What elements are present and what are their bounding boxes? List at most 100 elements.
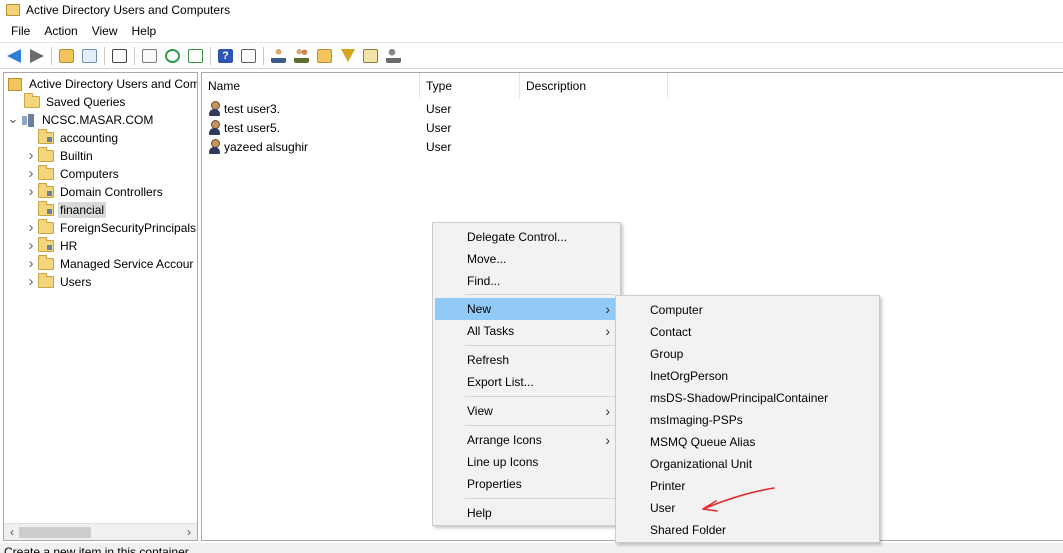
tree-item-builtin[interactable]: Builtin [24, 147, 95, 165]
menu-action[interactable]: Action [37, 22, 84, 40]
tree-item-label: Domain Controllers [60, 185, 163, 199]
menu-item-find[interactable]: Find... [435, 270, 618, 292]
chevron-right-icon[interactable] [24, 276, 38, 289]
show-hide-tree-button[interactable] [80, 46, 99, 65]
filter-button[interactable] [338, 46, 357, 65]
tree-item-accounting[interactable]: accounting [24, 129, 120, 147]
submenu-item-contact[interactable]: Contact [618, 321, 877, 343]
menu-item-delegate-control[interactable]: Delegate Control... [435, 226, 618, 248]
tree-item-financial[interactable]: financial [24, 201, 107, 219]
find-button[interactable] [361, 46, 380, 65]
refresh-icon [165, 48, 180, 63]
scroll-right-icon[interactable]: › [183, 525, 195, 539]
forward-button[interactable] [27, 46, 46, 65]
chevron-down-icon[interactable] [6, 115, 20, 126]
new-submenu: Computer Contact Group InetOrgPerson msDS-Sh… [615, 295, 880, 543]
submenu-arrow-icon: › [605, 323, 610, 339]
column-header-description[interactable]: Description [520, 73, 668, 99]
up-one-level-button[interactable] [57, 46, 76, 65]
tree-item-foreignsecurityprincipals[interactable]: ForeignSecurityPrincipals [24, 219, 197, 237]
chevron-right-icon[interactable] [24, 222, 38, 235]
scrollbar-thumb[interactable] [19, 527, 91, 538]
chevron-right-icon[interactable] [24, 240, 38, 253]
folder-icon [24, 93, 40, 108]
list-header: Name Type Description [202, 73, 1063, 99]
folder-icon [38, 147, 54, 162]
clipboard-button[interactable] [110, 46, 129, 65]
submenu-item-group[interactable]: Group [618, 343, 877, 365]
submenu-item-msmq-queue-alias[interactable]: MSMQ Queue Alias [618, 431, 877, 453]
console-tree-icon [241, 48, 256, 63]
chevron-right-icon[interactable] [24, 150, 38, 163]
menu-item-new[interactable]: New › [435, 298, 618, 320]
chevron-right-icon[interactable] [24, 186, 38, 199]
menu-item-view[interactable]: View › [435, 400, 618, 422]
menu-item-properties[interactable]: Properties [435, 473, 618, 495]
cell-type: User [426, 101, 452, 116]
tree-root[interactable]: Active Directory Users and Com [8, 75, 198, 93]
cell-type: User [426, 139, 452, 154]
back-button[interactable] [4, 46, 23, 65]
status-text: Create a new item in this container. [4, 545, 192, 553]
tree-item-label: accounting [60, 131, 119, 145]
column-header-name[interactable]: Name [202, 73, 420, 99]
menu-item-move[interactable]: Move... [435, 248, 618, 270]
submenu-item-msds-shadowprincipalcontainer[interactable]: msDS-ShadowPrincipalContainer [618, 387, 877, 409]
submenu-item-user[interactable]: User [618, 497, 877, 519]
menu-item-line-up-icons[interactable]: Line up Icons [435, 451, 618, 473]
submenu-item-organizational-unit[interactable]: Organizational Unit [618, 453, 877, 475]
menu-view[interactable]: View [85, 22, 125, 40]
delegate-button[interactable] [384, 46, 403, 65]
submenu-arrow-icon: › [605, 432, 610, 448]
tree-item-domain[interactable]: NCSC.MASAR.COM [6, 111, 155, 129]
submenu-item-shared-folder[interactable]: Shared Folder [618, 519, 877, 541]
submenu-item-computer[interactable]: Computer [618, 299, 877, 321]
tree-item-users[interactable]: Users [24, 273, 93, 291]
new-ou-icon [317, 48, 332, 63]
properties-button[interactable] [140, 46, 159, 65]
tree-item-domain-controllers[interactable]: Domain Controllers [24, 183, 165, 201]
table-row[interactable]: test user5. User [208, 118, 1058, 137]
up-folder-icon [59, 48, 74, 63]
tree-horizontal-scrollbar[interactable]: ‹ › [4, 523, 197, 540]
tree-item-label: HR [60, 239, 78, 253]
console-tree-button[interactable] [239, 46, 258, 65]
submenu-arrow-icon: › [605, 403, 610, 419]
new-user-button[interactable] [269, 46, 288, 65]
tree-item-saved-queries[interactable]: Saved Queries [24, 93, 127, 111]
submenu-item-msimaging-psps[interactable]: msImaging-PSPs [618, 409, 877, 431]
tree-item-hr[interactable]: HR [24, 237, 79, 255]
tree-item-computers[interactable]: Computers [24, 165, 121, 183]
folder-icon [38, 273, 54, 288]
user-icon [208, 139, 221, 154]
table-row[interactable]: test user3. User [208, 99, 1058, 118]
help-button[interactable]: ? [216, 46, 235, 65]
menu-item-all-tasks[interactable]: All Tasks › [435, 320, 618, 342]
menu-item-export-list[interactable]: Export List... [435, 371, 618, 393]
new-group-button[interactable] [292, 46, 311, 65]
root-folder-icon [8, 77, 22, 91]
menu-item-arrange-icons[interactable]: Arrange Icons › [435, 429, 618, 451]
find-icon [363, 48, 378, 63]
export-list-button[interactable] [186, 46, 205, 65]
column-header-type[interactable]: Type [420, 73, 520, 99]
table-row[interactable]: yazeed alsughir User [208, 137, 1058, 156]
menu-file[interactable]: File [4, 22, 37, 40]
refresh-button[interactable] [163, 46, 182, 65]
menu-item-help[interactable]: Help [435, 502, 618, 524]
submenu-item-printer[interactable]: Printer [618, 475, 877, 497]
tree-item-label: Users [60, 275, 92, 289]
tree-item-managed-service-accour[interactable]: Managed Service Accour [24, 255, 195, 273]
chevron-right-icon[interactable] [24, 168, 38, 181]
ou-folder-icon [38, 201, 54, 216]
tree-root-label: Active Directory Users and Com [29, 77, 198, 91]
new-ou-button[interactable] [315, 46, 334, 65]
scroll-left-icon[interactable]: ‹ [6, 525, 18, 539]
help-icon: ? [218, 48, 233, 63]
menu-item-refresh[interactable]: Refresh [435, 349, 618, 371]
menu-help[interactable]: Help [125, 22, 164, 40]
chevron-right-icon[interactable] [24, 258, 38, 271]
app-folder-icon [6, 4, 20, 16]
submenu-item-inetorgperson[interactable]: InetOrgPerson [618, 365, 877, 387]
status-bar: Create a new item in this container. [0, 543, 1063, 553]
